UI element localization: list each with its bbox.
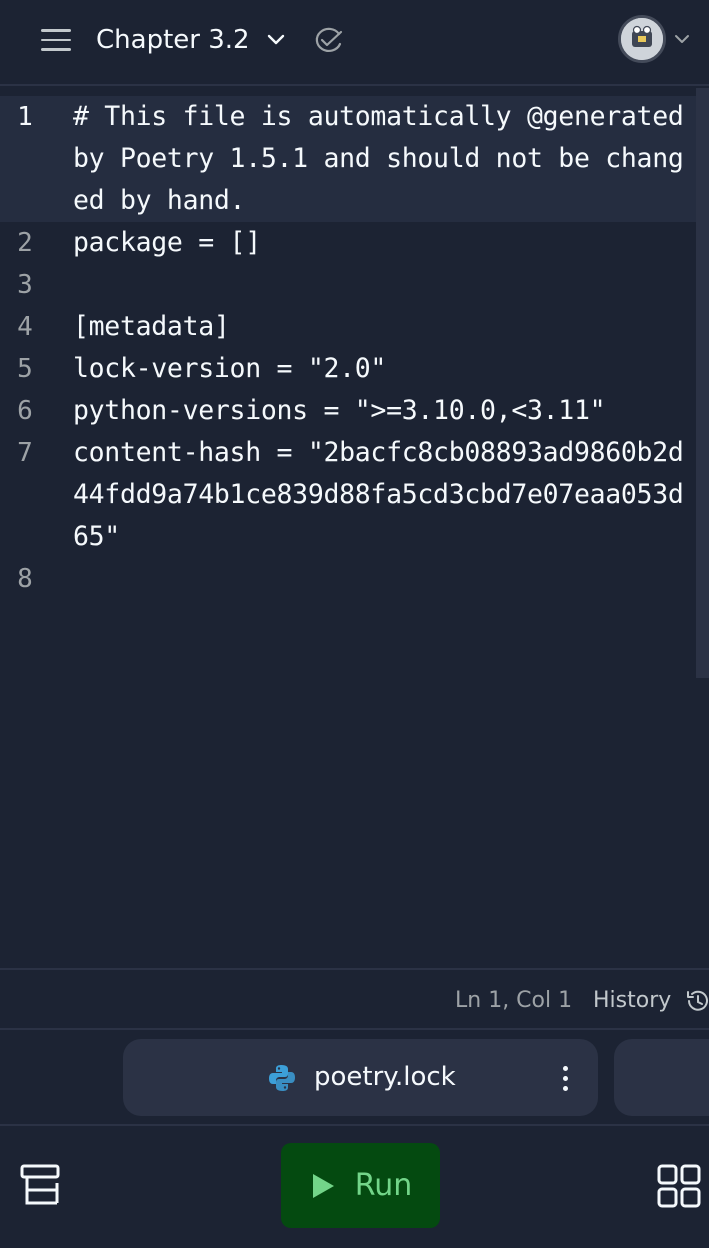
code-text: [metadata] xyxy=(73,311,230,342)
menu-icon[interactable] xyxy=(36,24,76,56)
line-number: 5 xyxy=(17,354,33,384)
file-tab-next[interactable] xyxy=(614,1039,709,1116)
run-label: Run xyxy=(354,1167,413,1203)
code-text: package = [] xyxy=(73,227,261,258)
run-button[interactable]: Run xyxy=(281,1143,440,1228)
code-text: # This file is automatically @generated … xyxy=(73,101,700,216)
history-icon[interactable] xyxy=(684,988,709,1014)
line-number: 8 xyxy=(17,564,33,594)
cursor-position[interactable]: Ln 1, Col 1 xyxy=(455,986,572,1016)
line-number: 6 xyxy=(17,396,33,426)
layers-icon[interactable] xyxy=(19,1163,61,1207)
line-number: 7 xyxy=(17,438,33,468)
code-editor[interactable]: 1 # This file is automatically @generate… xyxy=(0,88,709,968)
robot-avatar-icon xyxy=(621,18,663,60)
top-header: Chapter 3.2 xyxy=(0,0,709,86)
code-text: lock-version = "2.0" xyxy=(73,353,387,384)
more-options-icon[interactable] xyxy=(553,1062,577,1094)
repl-title[interactable]: Chapter 3.2 xyxy=(96,22,250,58)
file-tab-label[interactable]: poetry.lock xyxy=(314,1059,456,1095)
line-number: 4 xyxy=(17,312,33,342)
chevron-down-icon[interactable] xyxy=(264,26,288,54)
line-number: 2 xyxy=(17,228,33,258)
code-text: python-versions = ">=3.10.0,<3.11" xyxy=(73,395,606,426)
code-text: content-hash = "2bacfc8cb08893ad9860b2d4… xyxy=(73,437,684,552)
line-number: 1 xyxy=(17,102,33,132)
history-button[interactable]: History xyxy=(593,986,671,1016)
check-cloud-icon[interactable] xyxy=(312,24,344,56)
editor-scrollbar[interactable] xyxy=(696,88,709,678)
play-icon xyxy=(312,1173,334,1198)
status-bar: Ln 1, Col 1 History xyxy=(0,968,709,1030)
python-icon xyxy=(269,1065,295,1091)
avatar[interactable] xyxy=(618,15,666,63)
chevron-down-icon[interactable] xyxy=(672,28,692,50)
line-number: 3 xyxy=(17,270,33,300)
grid-icon[interactable] xyxy=(656,1163,702,1209)
